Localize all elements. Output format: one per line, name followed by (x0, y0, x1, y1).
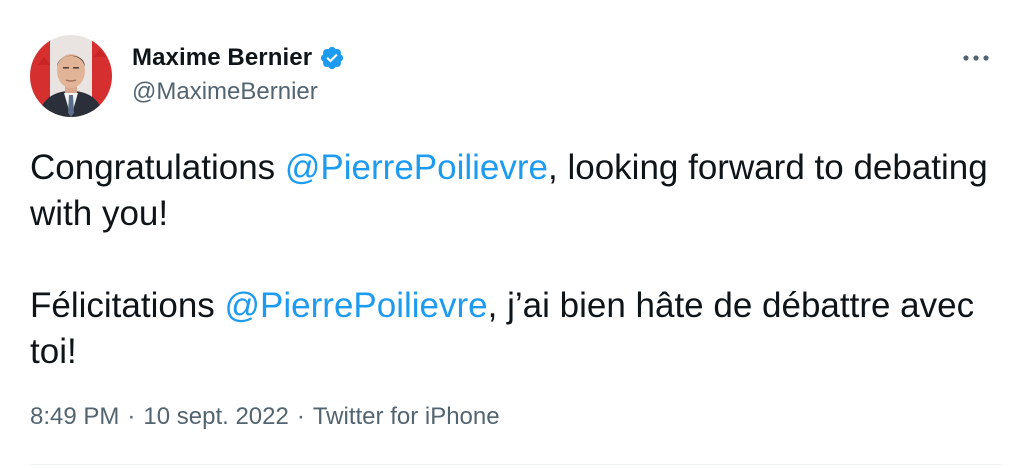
verified-badge-icon (319, 45, 345, 71)
meta-separator: · (296, 403, 305, 430)
tweet-paragraph-english: Congratulations @PierrePoilievre, lookin… (30, 145, 990, 237)
avatar[interactable] (30, 35, 112, 117)
meta-separator: · (127, 403, 136, 430)
more-horizontal-icon (963, 55, 989, 61)
tweet-meta: 8:49 PM · 10 sept. 2022 · Twitter for iP… (30, 403, 500, 431)
more-options-button[interactable] (960, 44, 992, 72)
tweet-card: Maxime Bernier @MaximeBernier Congratula… (0, 0, 1032, 468)
display-name[interactable]: Maxime Bernier (132, 44, 312, 72)
text-segment: Félicitations (30, 286, 225, 325)
user-handle[interactable]: @MaximeBernier (132, 78, 345, 106)
tweet-date[interactable]: 10 sept. 2022 (143, 403, 288, 431)
tweet-paragraph-french: Félicitations @PierrePoilievre, j’ai bie… (30, 283, 990, 375)
mention-link[interactable]: @PierrePoilievre (285, 148, 548, 187)
text-segment: Congratulations (30, 148, 285, 187)
tweet-text: Congratulations @PierrePoilievre, lookin… (30, 145, 990, 375)
tweet-source[interactable]: Twitter for iPhone (313, 403, 500, 431)
author-block: Maxime Bernier @MaximeBernier (132, 40, 345, 106)
divider (30, 464, 1002, 465)
tweet-time[interactable]: 8:49 PM (30, 403, 119, 431)
mention-link[interactable]: @PierrePoilievre (225, 286, 488, 325)
name-row: Maxime Bernier (132, 40, 345, 76)
profile-photo (30, 35, 112, 117)
